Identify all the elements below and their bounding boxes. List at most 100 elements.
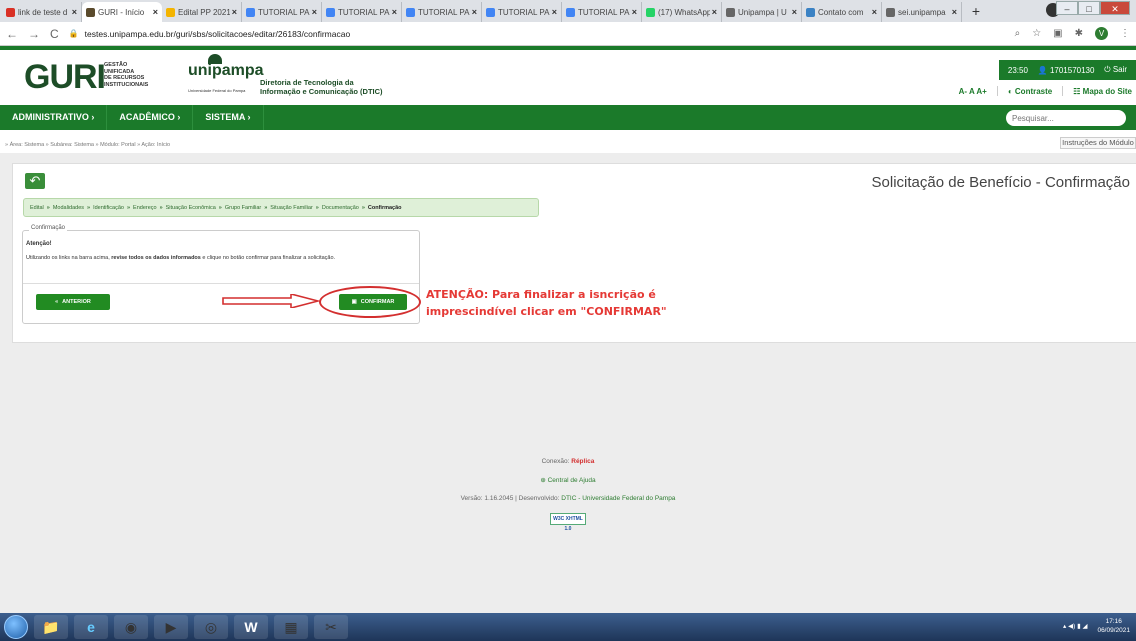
tab-label: Edital PP 2021 — [178, 7, 230, 17]
font-size-controls[interactable]: A- A A+ — [959, 87, 987, 96]
step-documentacao[interactable]: Documentação — [322, 205, 359, 211]
paint-icon[interactable]: ▦ — [274, 615, 308, 639]
menu-sistema[interactable]: SISTEMA › — [193, 105, 264, 130]
tab-favicon-icon — [406, 7, 415, 17]
browser-tab[interactable]: TUTORIAL PA × — [402, 2, 482, 22]
logout-link[interactable]: ⏻ Sair — [1104, 65, 1127, 75]
new-tab-button[interactable]: + — [966, 3, 986, 21]
step-situacao-familiar[interactable]: Situação Familiar — [270, 205, 313, 211]
tab-close-icon[interactable]: × — [72, 7, 77, 17]
start-button[interactable] — [4, 615, 28, 639]
instructions-button[interactable]: Instruções do Módulo — [1060, 137, 1136, 149]
tab-label: TUTORIAL PA — [418, 7, 470, 17]
tab-label: Contato com — [818, 7, 864, 17]
browser-tab[interactable]: Unipampa | U × — [722, 2, 802, 22]
step-endereco[interactable]: Endereço — [133, 205, 157, 211]
tab-close-icon[interactable]: × — [312, 7, 317, 17]
connection-info: Conexão: Réplica — [541, 458, 595, 465]
dtic-link[interactable]: DTIC - Universidade Federal do Pampa — [561, 495, 675, 502]
tab-favicon-icon — [86, 7, 95, 17]
fieldset-legend: Confirmação — [29, 225, 68, 231]
word-icon[interactable]: W — [234, 615, 268, 639]
w3c-badge[interactable]: W3C XHTML 1.0 — [550, 513, 586, 532]
profile-avatar[interactable]: V — [1095, 27, 1108, 40]
app-icon[interactable]: ◎ — [194, 615, 228, 639]
back-arrow-icon[interactable]: ← — [6, 27, 18, 41]
reload-icon[interactable]: C — [50, 27, 59, 41]
close-window-button[interactable]: ✕ — [1100, 1, 1130, 15]
browser-tab[interactable]: sei.unipampa × — [882, 2, 962, 22]
red-arrow-annotation — [222, 294, 321, 308]
browser-tab[interactable]: TUTORIAL PA × — [242, 2, 322, 22]
step-edital[interactable]: Edital — [30, 205, 44, 211]
step-identificacao[interactable]: Identificação — [93, 205, 124, 211]
ie-icon[interactable]: e — [74, 615, 108, 639]
tab-close-icon[interactable]: × — [872, 7, 877, 17]
contrast-toggle[interactable]: ◐ Contraste — [1008, 87, 1052, 96]
guri-logo[interactable]: GURI GESTÃO UNIFICADA DE RECURSOS INSTIT… — [18, 54, 158, 98]
lock-icon: 🔒 — [68, 29, 79, 38]
browser-tab[interactable]: Contato com × — [802, 2, 882, 22]
tab-close-icon[interactable]: × — [232, 7, 237, 17]
browser-tab[interactable]: link de teste d × — [2, 2, 82, 22]
sitemap-link[interactable]: ☷ Mapa do Site — [1073, 87, 1132, 96]
browser-tab[interactable]: TUTORIAL PA × — [562, 2, 642, 22]
help-link[interactable]: ⊕ Central de Ajuda — [0, 476, 1136, 484]
menu-dots-icon[interactable]: ⋮ — [1120, 28, 1130, 39]
snipping-icon[interactable]: ✂ — [314, 615, 348, 639]
browser-tab[interactable]: (17) WhatsApp × — [642, 2, 722, 22]
tray-time: 17:16 — [1105, 618, 1122, 625]
explorer-icon[interactable]: 📁 — [34, 615, 68, 639]
tab-favicon-icon — [246, 7, 255, 17]
step-grupo-familiar[interactable]: Grupo Familiar — [225, 205, 261, 211]
tab-close-icon[interactable]: × — [552, 7, 557, 17]
menu-academico[interactable]: ACADÊMICO › — [107, 105, 194, 130]
tab-close-icon[interactable]: × — [632, 7, 637, 17]
puzzle-icon[interactable]: ✱ — [1075, 28, 1083, 39]
search-input[interactable] — [1006, 110, 1126, 126]
minimize-button[interactable]: – — [1056, 1, 1078, 15]
tab-close-icon[interactable]: × — [952, 7, 957, 17]
attention-title: Atenção! — [26, 241, 52, 247]
page-footer: Conexão: Réplica ⊕ Central de Ajuda Vers… — [0, 458, 1136, 532]
browser-tab[interactable]: TUTORIAL PA × — [482, 2, 562, 22]
tab-close-icon[interactable]: × — [712, 7, 717, 17]
main-menu: ADMINISTRATIVO › ACADÊMICO › SISTEMA › — [0, 105, 1136, 130]
tab-favicon-icon — [166, 7, 175, 17]
browser-toolbar: ← → C 🔒 testes.unipampa.edu.br/guri/sbs/… — [0, 22, 1136, 46]
unipampa-logo[interactable]: unipampa Universidade Federal do Pampa — [188, 54, 264, 98]
attention-text: Utilizando os links na barra acima, revi… — [26, 255, 336, 261]
previous-button[interactable]: « ANTERIOR — [36, 294, 110, 310]
maximize-button[interactable]: □ — [1078, 1, 1100, 15]
confirm-button[interactable]: ▣ CONFIRMAR — [339, 294, 407, 310]
zoom-icon[interactable]: ⌕ — [1015, 28, 1021, 39]
tab-close-icon[interactable]: × — [792, 7, 797, 17]
forward-arrow-icon[interactable]: → — [28, 27, 40, 41]
tray-icons[interactable]: ▴ ◀) ▮ ◢ — [1063, 622, 1087, 631]
windows-taskbar: 📁 e ◉ ▶ ◎ W ▦ ✂ ▴ ◀) ▮ ◢ 17:16 06/09/202… — [0, 613, 1136, 641]
wizard-steps: Edital» Modalidades» Identificação» Ende… — [23, 198, 539, 217]
address-bar[interactable]: 🔒 testes.unipampa.edu.br/guri/sbs/solici… — [69, 25, 1005, 43]
step-modalidades[interactable]: Modalidades — [53, 205, 84, 211]
browser-tab[interactable]: Edital PP 2021 × — [162, 2, 242, 22]
double-left-icon: « — [55, 299, 59, 305]
tab-label: sei.unipampa — [898, 7, 946, 17]
browser-tab[interactable]: GURI - Início × — [82, 2, 162, 22]
media-player-icon[interactable]: ▶ — [154, 615, 188, 639]
tab-favicon-icon — [726, 7, 735, 17]
user-id[interactable]: 👤 1701570130 — [1038, 66, 1095, 75]
step-situacao-economica[interactable]: Situação Econômica — [166, 205, 216, 211]
tab-label: Unipampa | U — [738, 7, 787, 17]
tab-close-icon[interactable]: × — [153, 7, 158, 17]
extension-icon[interactable]: ▣ — [1053, 28, 1062, 39]
chrome-icon[interactable]: ◉ — [114, 615, 148, 639]
menu-administrativo[interactable]: ADMINISTRATIVO › — [0, 105, 108, 130]
bookmark-star-icon[interactable]: ☆ — [1032, 28, 1041, 39]
tab-close-icon[interactable]: × — [472, 7, 477, 17]
browser-tab[interactable]: TUTORIAL PA × — [322, 2, 402, 22]
guri-logo-subtitle: GESTÃO UNIFICADA DE RECURSOS INSTITUCION… — [104, 62, 149, 88]
breadcrumb: » Área: Sistema » Subárea: Sistema » Mód… — [5, 142, 171, 148]
back-button[interactable]: ↶ — [25, 173, 45, 189]
tab-label: TUTORIAL PA — [338, 7, 390, 17]
tab-close-icon[interactable]: × — [392, 7, 397, 17]
